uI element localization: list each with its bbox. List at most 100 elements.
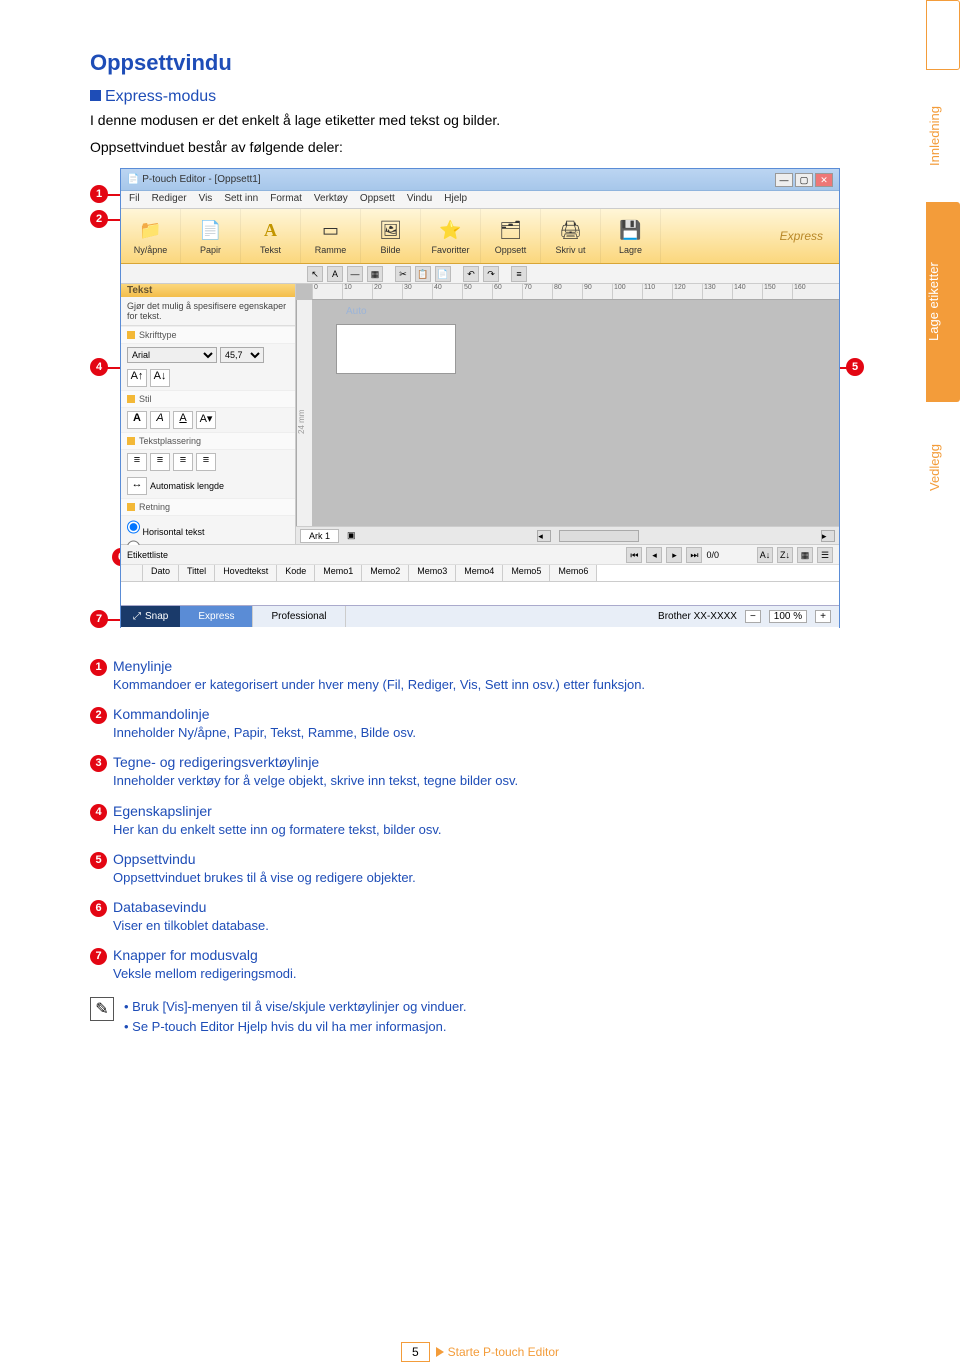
sheet-add-icon[interactable]: ▣ xyxy=(347,530,356,541)
note-box: ✎ • Bruk [Vis]-menyen til å vise/skjule … xyxy=(90,997,870,1036)
font-size-select[interactable]: 45,7 xyxy=(220,347,264,363)
express-mode-button[interactable]: Express xyxy=(180,606,253,627)
db-prev-icon[interactable]: ◂ xyxy=(646,547,662,563)
snap-mode-button[interactable]: ⤢ Snap xyxy=(121,606,180,627)
paste-icon[interactable]: 📄 xyxy=(435,266,451,282)
menu-item[interactable]: Vindu xyxy=(407,193,432,206)
align-justify-button[interactable]: ≡ xyxy=(196,453,216,471)
db-col[interactable]: Memo4 xyxy=(456,565,503,581)
side-tab-appendix[interactable]: Vedlegg xyxy=(926,408,960,528)
menu-item[interactable]: Hjelp xyxy=(444,193,467,206)
db-col[interactable]: Memo2 xyxy=(362,565,409,581)
zoom-icon[interactable]: — xyxy=(347,266,363,282)
db-col[interactable]: Memo3 xyxy=(409,565,456,581)
professional-mode-button[interactable]: Professional xyxy=(253,606,345,627)
db-sort2-icon[interactable]: Z↓ xyxy=(777,547,793,563)
canvas-auto-label: Auto xyxy=(346,306,367,317)
db-sort-icon[interactable]: A↓ xyxy=(757,547,773,563)
font-decrease-button[interactable]: A↓ xyxy=(150,369,170,387)
scroll-left-icon[interactable]: ◂ xyxy=(537,530,551,542)
sheet-tab[interactable]: Ark 1 xyxy=(300,529,339,543)
font-select[interactable]: Arial xyxy=(127,347,217,363)
align-icon[interactable]: ≡ xyxy=(511,266,527,282)
cmd-print[interactable]: 🖨Skriv ut xyxy=(541,209,601,263)
section-heading: Express-modus xyxy=(90,88,870,106)
legend-item: 1Menylinje Kommandoer er kategorisert un… xyxy=(90,658,870,694)
cut-icon[interactable]: ✂ xyxy=(395,266,411,282)
grid-icon[interactable]: ▦ xyxy=(367,266,383,282)
legend-item: 5Oppsettvindu Oppsettvinduet brukes til … xyxy=(90,851,870,887)
cmd-text[interactable]: ATekst xyxy=(241,209,301,263)
menu-item[interactable]: Vis xyxy=(199,193,213,206)
cmd-frame[interactable]: ▭Ramme xyxy=(301,209,361,263)
side-tab-intro[interactable]: Innledning xyxy=(926,76,960,196)
cmd-layout[interactable]: 🗂Oppsett xyxy=(481,209,541,263)
close-button[interactable]: ✕ xyxy=(815,173,833,187)
db-last-icon[interactable]: ⏭ xyxy=(686,547,702,563)
scroll-right-icon[interactable]: ▸ xyxy=(821,530,835,542)
cmd-new-open[interactable]: 📁Ny/åpne xyxy=(121,209,181,263)
db-view2-icon[interactable]: ☰ xyxy=(817,547,833,563)
db-first-icon[interactable]: ⏮ xyxy=(626,547,642,563)
undo-icon[interactable]: ↶ xyxy=(463,266,479,282)
zoom-in-button[interactable]: + xyxy=(815,610,831,623)
menu-item[interactable]: Format xyxy=(270,193,302,206)
panel-description: Gjør det mulig å spesifisere egenskaper … xyxy=(121,297,295,326)
side-tab-empty xyxy=(926,0,960,70)
command-bar: 📁Ny/åpne 📄Papir ATekst ▭Ramme 🖼Bilde ⭐Fa… xyxy=(121,209,839,264)
zoom-value[interactable]: 100 % xyxy=(769,610,807,623)
db-col[interactable]: Kode xyxy=(277,565,315,581)
db-col[interactable]: Tittel xyxy=(179,565,215,581)
db-col[interactable]: Memo1 xyxy=(315,565,362,581)
cmd-favorites[interactable]: ⭐Favoritter xyxy=(421,209,481,263)
cmd-paper[interactable]: 📄Papir xyxy=(181,209,241,263)
bold-button[interactable]: A xyxy=(127,411,147,429)
italic-button[interactable]: A xyxy=(150,411,170,429)
copy-icon[interactable]: 📋 xyxy=(415,266,431,282)
db-col[interactable]: Memo6 xyxy=(550,565,597,581)
minimize-button[interactable]: — xyxy=(775,173,793,187)
db-col[interactable]: Dato xyxy=(143,565,179,581)
redo-icon[interactable]: ↷ xyxy=(483,266,499,282)
legend-title: Knapper for modusvalg xyxy=(113,947,258,963)
pointer-icon[interactable]: ↖ xyxy=(307,266,323,282)
page-number: 5 xyxy=(401,1342,430,1362)
scrollbar[interactable] xyxy=(559,530,639,542)
db-col[interactable]: Memo5 xyxy=(503,565,550,581)
text-tool-icon[interactable]: A xyxy=(327,266,343,282)
image-icon: 🖼 xyxy=(378,217,404,243)
db-view-icon[interactable]: ▦ xyxy=(797,547,813,563)
horizontal-radio[interactable]: Horisontal tekst xyxy=(127,519,289,537)
zoom-out-button[interactable]: − xyxy=(745,610,761,623)
font-increase-button[interactable]: A↑ xyxy=(127,369,147,387)
sheet-tabs: Ark 1 ▣ ◂ ▸ xyxy=(296,526,839,544)
menu-item[interactable]: Verktøy xyxy=(314,193,348,206)
callout-5: 5 xyxy=(846,358,864,376)
legend-desc: Her kan du enkelt sette inn og formatere… xyxy=(113,821,870,839)
menu-item[interactable]: Sett inn xyxy=(224,193,258,206)
horizontal-ruler: 0102030405060708090100110120130140150160 xyxy=(312,284,839,300)
align-left-button[interactable]: ≡ xyxy=(127,453,147,471)
canvas-area[interactable]: 0102030405060708090100110120130140150160… xyxy=(296,284,839,544)
cmd-image[interactable]: 🖼Bilde xyxy=(361,209,421,263)
legend-number-icon: 7 xyxy=(90,948,107,965)
align-right-button[interactable]: ≡ xyxy=(173,453,193,471)
underline-button[interactable]: A xyxy=(173,411,193,429)
menu-item[interactable]: Oppsett xyxy=(360,193,395,206)
label-canvas[interactable] xyxy=(336,324,456,374)
effects-button[interactable]: A▾ xyxy=(196,411,216,429)
menu-item[interactable]: Rediger xyxy=(152,193,187,206)
align-center-button[interactable]: ≡ xyxy=(150,453,170,471)
db-col[interactable]: Hovedtekst xyxy=(215,565,277,581)
legend-desc: Oppsettvinduet brukes til å vise og redi… xyxy=(113,869,870,887)
window-title: 📄 P-touch Editor - [Oppsett1] xyxy=(127,174,261,185)
db-next-icon[interactable]: ▸ xyxy=(666,547,682,563)
legend-desc: Viser en tilkoblet database. xyxy=(113,917,870,935)
side-tab-labels[interactable]: Lage etiketter xyxy=(926,202,960,402)
menu-item[interactable]: Fil xyxy=(129,193,140,206)
maximize-button[interactable]: ▢ xyxy=(795,173,813,187)
cmd-save[interactable]: 💾Lagre xyxy=(601,209,661,263)
direction-section-label: Retning xyxy=(121,498,295,516)
legend-item: 3Tegne- og redigeringsverktøylinje Inneh… xyxy=(90,754,870,790)
length-mode-button[interactable]: ↔ xyxy=(127,477,147,495)
